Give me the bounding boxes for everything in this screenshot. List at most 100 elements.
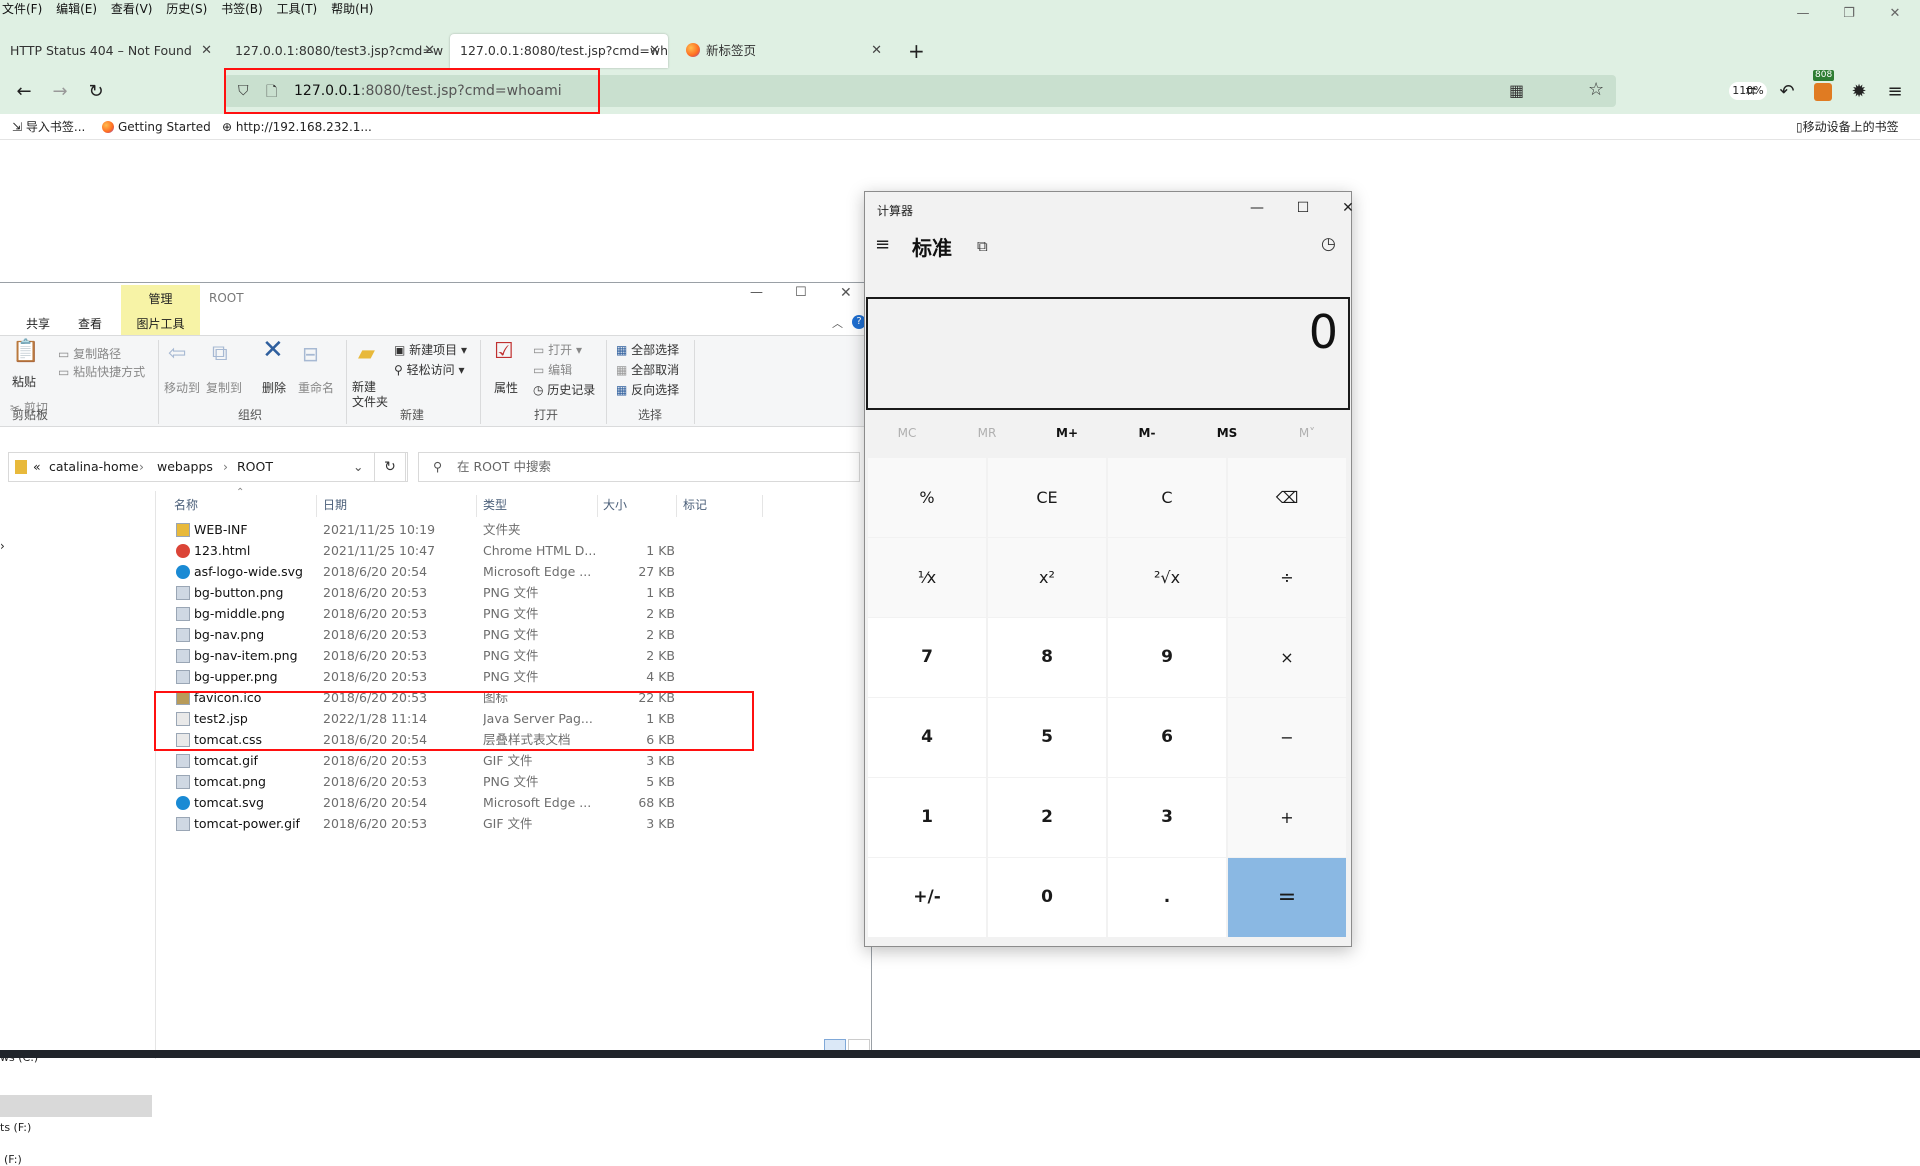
keep-on-top-icon[interactable]: ⧉ xyxy=(977,237,988,255)
add-button[interactable]: + xyxy=(1228,778,1346,857)
menu-file[interactable]: 文件(F) xyxy=(0,0,47,18)
edit-button[interactable]: ▭ 编辑 xyxy=(533,362,572,378)
nav-selected-item[interactable] xyxy=(0,1095,152,1117)
equals-button[interactable]: = xyxy=(1228,858,1346,937)
tab-manage[interactable]: 管理 xyxy=(121,285,200,313)
file-row[interactable]: tomcat-power.gif 2018/6/20 20:53 GIF 文件 3 K… xyxy=(170,813,690,834)
column-name[interactable]: 名称 xyxy=(174,493,198,517)
subtract-button[interactable]: − xyxy=(1228,698,1346,777)
minimize-icon[interactable]: — xyxy=(750,285,763,300)
copy-to-button[interactable]: 复制到 xyxy=(206,380,242,396)
reciprocal-button[interactable]: ¹⁄x xyxy=(868,538,986,617)
search-box[interactable]: ⚲ 在 ROOT 中搜索 xyxy=(418,452,860,482)
file-row[interactable]: tomcat.gif 2018/6/20 20:53 GIF 文件 3 KB xyxy=(170,750,690,771)
digit-1-button[interactable]: 1 xyxy=(868,778,986,857)
clear-entry-button[interactable]: CE xyxy=(988,458,1106,537)
column-tags[interactable]: 标记 xyxy=(683,493,707,517)
square-root-button[interactable]: ²√x xyxy=(1108,538,1226,617)
refresh-icon[interactable]: ↻ xyxy=(374,452,406,482)
mr-button[interactable]: MR xyxy=(947,421,1027,445)
square-button[interactable]: x² xyxy=(988,538,1106,617)
percent-button[interactable]: % xyxy=(868,458,986,537)
column-type[interactable]: 类型 xyxy=(483,493,507,517)
digit-9-button[interactable]: 9 xyxy=(1108,618,1226,697)
new-tab-button[interactable]: + xyxy=(908,36,925,66)
menu-view[interactable]: 查看(V) xyxy=(106,0,158,18)
breadcrumb-overflow[interactable]: « xyxy=(33,453,41,481)
hamburger-menu-icon[interactable]: ≡ xyxy=(1883,80,1907,104)
file-row[interactable]: bg-button.png 2018/6/20 20:53 PNG 文件 1 KB xyxy=(170,582,690,603)
nav-item-marker[interactable]: › xyxy=(0,539,5,553)
close-icon[interactable]: ✕ xyxy=(840,285,852,301)
breadcrumb-webapps[interactable]: webapps xyxy=(157,453,213,481)
tab-share[interactable]: 共享 xyxy=(26,316,50,332)
column-size[interactable]: 大小 xyxy=(603,493,627,517)
chevron-down-icon[interactable]: ⌄ xyxy=(353,453,363,481)
tab-test-active[interactable]: 127.0.0.1:8080/test.jsp?cmd=who ✕ xyxy=(450,34,668,68)
menu-edit[interactable]: 编辑(E) xyxy=(51,0,102,18)
address-bar[interactable]: « catalina-home › webapps › ROOT ⌄ xyxy=(8,452,408,482)
mc-button[interactable]: MC xyxy=(867,421,947,445)
select-none-button[interactable]: ▦ 全部取消 xyxy=(616,362,679,378)
history-button[interactable]: ◷ 历史记录 xyxy=(533,382,595,398)
easy-access-button[interactable]: ⚲ 轻松访问 ▾ xyxy=(394,362,464,378)
bookmark-ip[interactable]: ⊕ http://192.168.232.1... xyxy=(222,118,372,136)
tab-view[interactable]: 查看 xyxy=(78,316,102,332)
column-date[interactable]: 日期 xyxy=(323,493,347,517)
crop-icon[interactable]: ⌗ xyxy=(1739,80,1763,104)
negate-button[interactable]: +/- xyxy=(868,858,986,937)
tab-test3[interactable]: 127.0.0.1:8080/test3.jsp?cmd=wh ✕ xyxy=(225,34,443,68)
bookmark-import[interactable]: ⇲ 导入书签... xyxy=(12,118,85,136)
ms-button[interactable]: MS xyxy=(1187,421,1267,445)
memory-list-button[interactable]: M˅ xyxy=(1267,421,1347,445)
close-tab-icon[interactable]: ✕ xyxy=(871,34,882,68)
properties-button[interactable]: 属性 xyxy=(494,380,518,396)
m-plus-button[interactable]: M+ xyxy=(1027,421,1107,445)
divide-button[interactable]: ÷ xyxy=(1228,538,1346,617)
digit-2-button[interactable]: 2 xyxy=(988,778,1106,857)
reload-icon[interactable]: ↻ xyxy=(84,80,108,104)
bookmark-getting-started[interactable]: Getting Started xyxy=(102,118,211,136)
file-row[interactable]: bg-nav-item.png 2018/6/20 20:53 PNG 文件 2 KB xyxy=(170,645,690,666)
digit-5-button[interactable]: 5 xyxy=(988,698,1106,777)
forward-arrow-icon[interactable]: → xyxy=(48,80,72,104)
tab-404[interactable]: HTTP Status 404 – Not Found ✕ xyxy=(0,34,220,68)
multiply-button[interactable]: × xyxy=(1228,618,1346,697)
menu-bookmarks[interactable]: 书签(B) xyxy=(216,0,268,18)
file-row[interactable]: bg-upper.png 2018/6/20 20:53 PNG 文件 4 KB xyxy=(170,666,690,687)
nav-drive-f1[interactable]: ts (F:) xyxy=(0,1121,31,1134)
digit-7-button[interactable]: 7 xyxy=(868,618,986,697)
select-all-button[interactable]: ▦ 全部选择 xyxy=(616,342,679,358)
rename-button[interactable]: 重命名 xyxy=(298,380,334,396)
new-item-button[interactable]: ▣ 新建项目 ▾ xyxy=(394,342,467,358)
close-tab-icon[interactable]: ✕ xyxy=(201,34,212,68)
new-folder-button[interactable]: 新建 文件夹 xyxy=(352,380,388,410)
copy-path-button[interactable]: ▭ 复制路径 xyxy=(58,346,121,362)
hamburger-menu-icon[interactable]: ≡ xyxy=(875,234,890,255)
close-tab-icon[interactable]: ✕ xyxy=(424,34,435,68)
file-row[interactable]: bg-middle.png 2018/6/20 20:53 PNG 文件 2 KB xyxy=(170,603,690,624)
file-row[interactable]: asf-logo-wide.svg 2018/6/20 20:54 Microsof… xyxy=(170,561,690,582)
collapse-ribbon-icon[interactable]: ︿ xyxy=(832,315,843,331)
paste-button[interactable]: 粘贴 xyxy=(12,374,36,390)
digit-6-button[interactable]: 6 xyxy=(1108,698,1226,777)
bookmark-mobile[interactable]: ▯移动设备上的书签 xyxy=(1796,118,1899,136)
digit-8-button[interactable]: 8 xyxy=(988,618,1106,697)
nav-drive-f2[interactable]: (F:) xyxy=(4,1153,22,1166)
digit-4-button[interactable]: 4 xyxy=(868,698,986,777)
m-minus-button[interactable]: M- xyxy=(1107,421,1187,445)
delete-button[interactable]: 删除 xyxy=(262,380,286,396)
star-bookmark-icon[interactable]: ☆ xyxy=(1588,79,1604,100)
file-row[interactable]: tomcat.svg 2018/6/20 20:54 Microsoft Edge … xyxy=(170,792,690,813)
open-button[interactable]: ▭ 打开 ▾ xyxy=(533,342,582,358)
decimal-button[interactable]: . xyxy=(1108,858,1226,937)
file-row[interactable]: bg-nav.png 2018/6/20 20:53 PNG 文件 2 KB xyxy=(170,624,690,645)
maximize-icon[interactable]: ☐ xyxy=(795,285,807,300)
breadcrumb-root[interactable]: ROOT xyxy=(237,453,273,481)
minimize-icon[interactable]: — xyxy=(1237,196,1277,220)
invert-selection-button[interactable]: ▦ 反向选择 xyxy=(616,382,679,398)
menu-history[interactable]: 历史(S) xyxy=(161,0,212,18)
qr-code-icon[interactable]: ▦ xyxy=(1509,81,1524,100)
tab-newtab[interactable]: 新标签页 ✕ xyxy=(676,34,890,68)
menu-help[interactable]: 帮助(H) xyxy=(326,0,378,18)
